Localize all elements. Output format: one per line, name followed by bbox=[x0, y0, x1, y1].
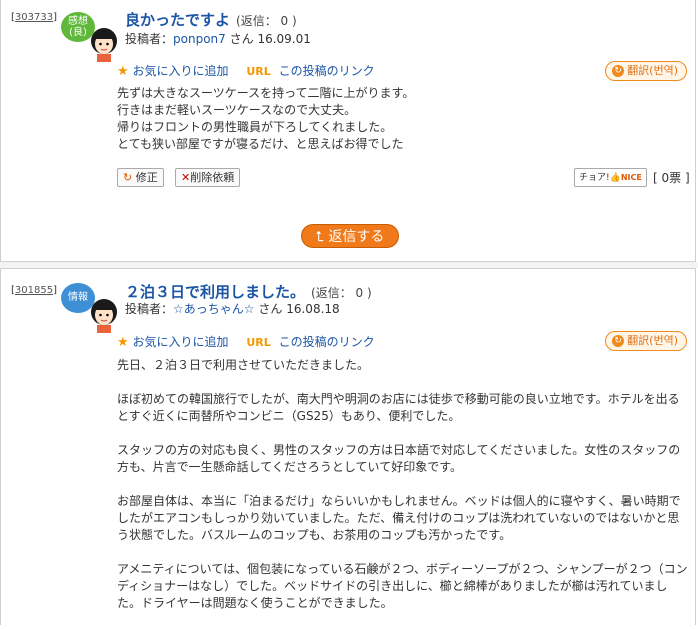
url-icon: URL bbox=[246, 336, 271, 349]
url-icon: URL bbox=[246, 65, 271, 78]
post-body: 先日、２泊３日で利用させていただきました。 ほぼ初めての韓国旅行でしたが、南大門… bbox=[117, 358, 688, 610]
author-name[interactable]: ☆あっちゃん☆ bbox=[173, 302, 255, 316]
translate-button[interactable]: ↻ 翻訳(번역) bbox=[605, 61, 687, 81]
reply-icon: ⮤ bbox=[315, 229, 324, 245]
reply-button[interactable]: ⮤ 返信する bbox=[301, 224, 399, 248]
post-id[interactable]: [303733] bbox=[11, 12, 57, 23]
delete-request-button[interactable]: ✕削除依頼 bbox=[175, 168, 241, 187]
avatar-girl-icon bbox=[91, 28, 117, 62]
vote-count: [ 0票 ] bbox=[653, 171, 690, 185]
reply-count: (返信： 0 ) bbox=[236, 14, 297, 28]
add-favorite-link[interactable]: お気に入りに追加 bbox=[132, 64, 228, 78]
thumbs-up-icon: 👍 bbox=[609, 173, 621, 183]
review-post-301855: [301855] 情報 ２泊３日で利用しました。 (返信： 0 ) 投稿者：☆あっ… bbox=[0, 268, 696, 625]
post-title[interactable]: 良かったですよ (返信： 0 ) bbox=[125, 9, 297, 30]
delete-icon: ✕ bbox=[181, 171, 191, 184]
translate-icon: ↻ bbox=[612, 335, 625, 347]
author-line: 投稿者：☆あっちゃん☆ さん 16.08.18 bbox=[125, 302, 340, 316]
post-date: 16.08.18 bbox=[286, 302, 340, 316]
translate-icon: ↻ bbox=[612, 65, 625, 77]
avatar-girl-icon bbox=[91, 299, 117, 333]
post-link[interactable]: この投稿のリンク bbox=[279, 64, 375, 78]
author-line: 投稿者：ponpon7 さん 16.09.01 bbox=[125, 32, 311, 46]
avatar: 感想 (良) bbox=[61, 12, 119, 70]
post-actions: ★ お気に入りに追加 URL この投稿のリンク bbox=[117, 333, 389, 350]
edit-icon: ↻ bbox=[123, 171, 133, 184]
translate-button[interactable]: ↻ 翻訳(번역) bbox=[605, 331, 687, 351]
star-icon: ★ bbox=[117, 64, 129, 79]
add-favorite-link[interactable]: お気に入りに追加 bbox=[132, 335, 228, 349]
post-id[interactable]: [301855] bbox=[11, 285, 57, 296]
nice-button[interactable]: チョア!👍NICE bbox=[574, 168, 647, 187]
post-link[interactable]: この投稿のリンク bbox=[279, 335, 375, 349]
avatar: 情報 bbox=[61, 283, 119, 341]
post-date: 16.09.01 bbox=[257, 32, 311, 46]
author-name[interactable]: ponpon7 bbox=[173, 32, 226, 46]
post-actions: ★ お気に入りに追加 URL この投稿のリンク bbox=[117, 62, 389, 79]
review-post-303733: [303733] 感想 (良) 良かったですよ (返信： 0 ) 投稿者：ponpo… bbox=[0, 0, 696, 262]
reply-count: (返信： 0 ) bbox=[311, 286, 372, 300]
edit-button[interactable]: ↻ 修正 bbox=[117, 168, 164, 187]
star-icon: ★ bbox=[117, 335, 129, 350]
post-body: 先ずは大きなスーツケースを持って二階に上がります。 行きはまだ軽いスーツケースな… bbox=[117, 86, 415, 151]
post-title[interactable]: ２泊３日で利用しました。 (返信： 0 ) bbox=[125, 281, 372, 302]
